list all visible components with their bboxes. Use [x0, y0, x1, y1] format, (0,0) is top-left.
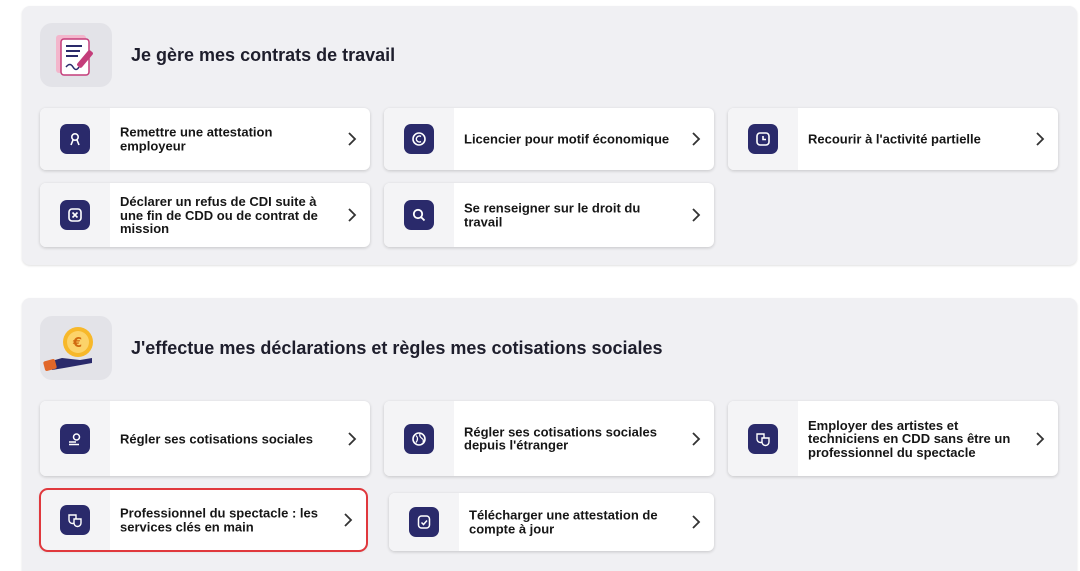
chevron-right-icon: [348, 431, 357, 446]
chevron-right-icon: [692, 431, 701, 446]
card-label: Remettre une attestation employeur: [120, 124, 273, 153]
card-label: Licencier pour motif économique: [464, 131, 670, 147]
chevron-right-icon: [1036, 132, 1045, 146]
attestation-icon: [60, 124, 90, 154]
card-employer-artistes[interactable]: Employer des artistes et techniciens en …: [728, 401, 1058, 476]
card-refus-cdi[interactable]: Déclarer un refus de CDI suite à une fin…: [40, 183, 370, 247]
refuse-cross-icon: [60, 200, 90, 230]
theater-masks-icon: [748, 423, 778, 454]
section-title: Je gère mes contrats de travail: [131, 45, 396, 65]
search-icon: [404, 200, 434, 230]
euro-coin-icon: [404, 124, 434, 154]
chevron-right-icon: [692, 208, 701, 222]
card-attestation-compte-a-jour[interactable]: Télécharger une attestation de compte à …: [389, 493, 714, 551]
card-regler-cotisations[interactable]: Régler ses cotisations sociales: [40, 401, 370, 476]
card-licencier-motif-economique[interactable]: Licencier pour motif économique: [384, 108, 714, 170]
hand-euro-coin-icon: €: [40, 316, 112, 380]
coins-payment-icon: [60, 423, 90, 454]
clock-icon: [748, 124, 778, 154]
svg-text:€: €: [72, 336, 82, 351]
card-label: Employer des artistes et techniciens en …: [808, 417, 1011, 460]
chevron-right-icon: [348, 132, 357, 146]
card-attestation-employeur[interactable]: Remettre une attestation employeur: [40, 108, 370, 170]
card-label: Régler ses cotisations sociales: [120, 430, 313, 446]
card-activite-partielle[interactable]: Recourir à l'activité partielle: [728, 108, 1058, 170]
card-label: Régler ses cotisations sociales depuis l…: [464, 424, 657, 453]
card-label: Se renseigner sur le droit du travail: [464, 200, 641, 229]
card-droit-du-travail[interactable]: Se renseigner sur le droit du travail: [384, 183, 714, 247]
chevron-right-icon: [1036, 431, 1045, 446]
globe-icon: [404, 423, 434, 454]
chevron-right-icon: [348, 208, 357, 222]
download-certificate-icon: [409, 507, 439, 537]
chevron-right-icon: [692, 132, 701, 146]
contract-document-icon: [40, 23, 112, 87]
selection-highlight: [39, 488, 368, 552]
card-label: Déclarer un refus de CDI suite à une fin…: [120, 193, 318, 236]
section-title: J'effectue mes déclarations et règles me…: [131, 338, 663, 358]
card-cotisations-etranger[interactable]: Régler ses cotisations sociales depuis l…: [384, 401, 714, 476]
card-label: Recourir à l'activité partielle: [808, 131, 981, 147]
chevron-right-icon: [692, 515, 701, 529]
card-label: Télécharger une attestation de compte à …: [469, 507, 658, 536]
